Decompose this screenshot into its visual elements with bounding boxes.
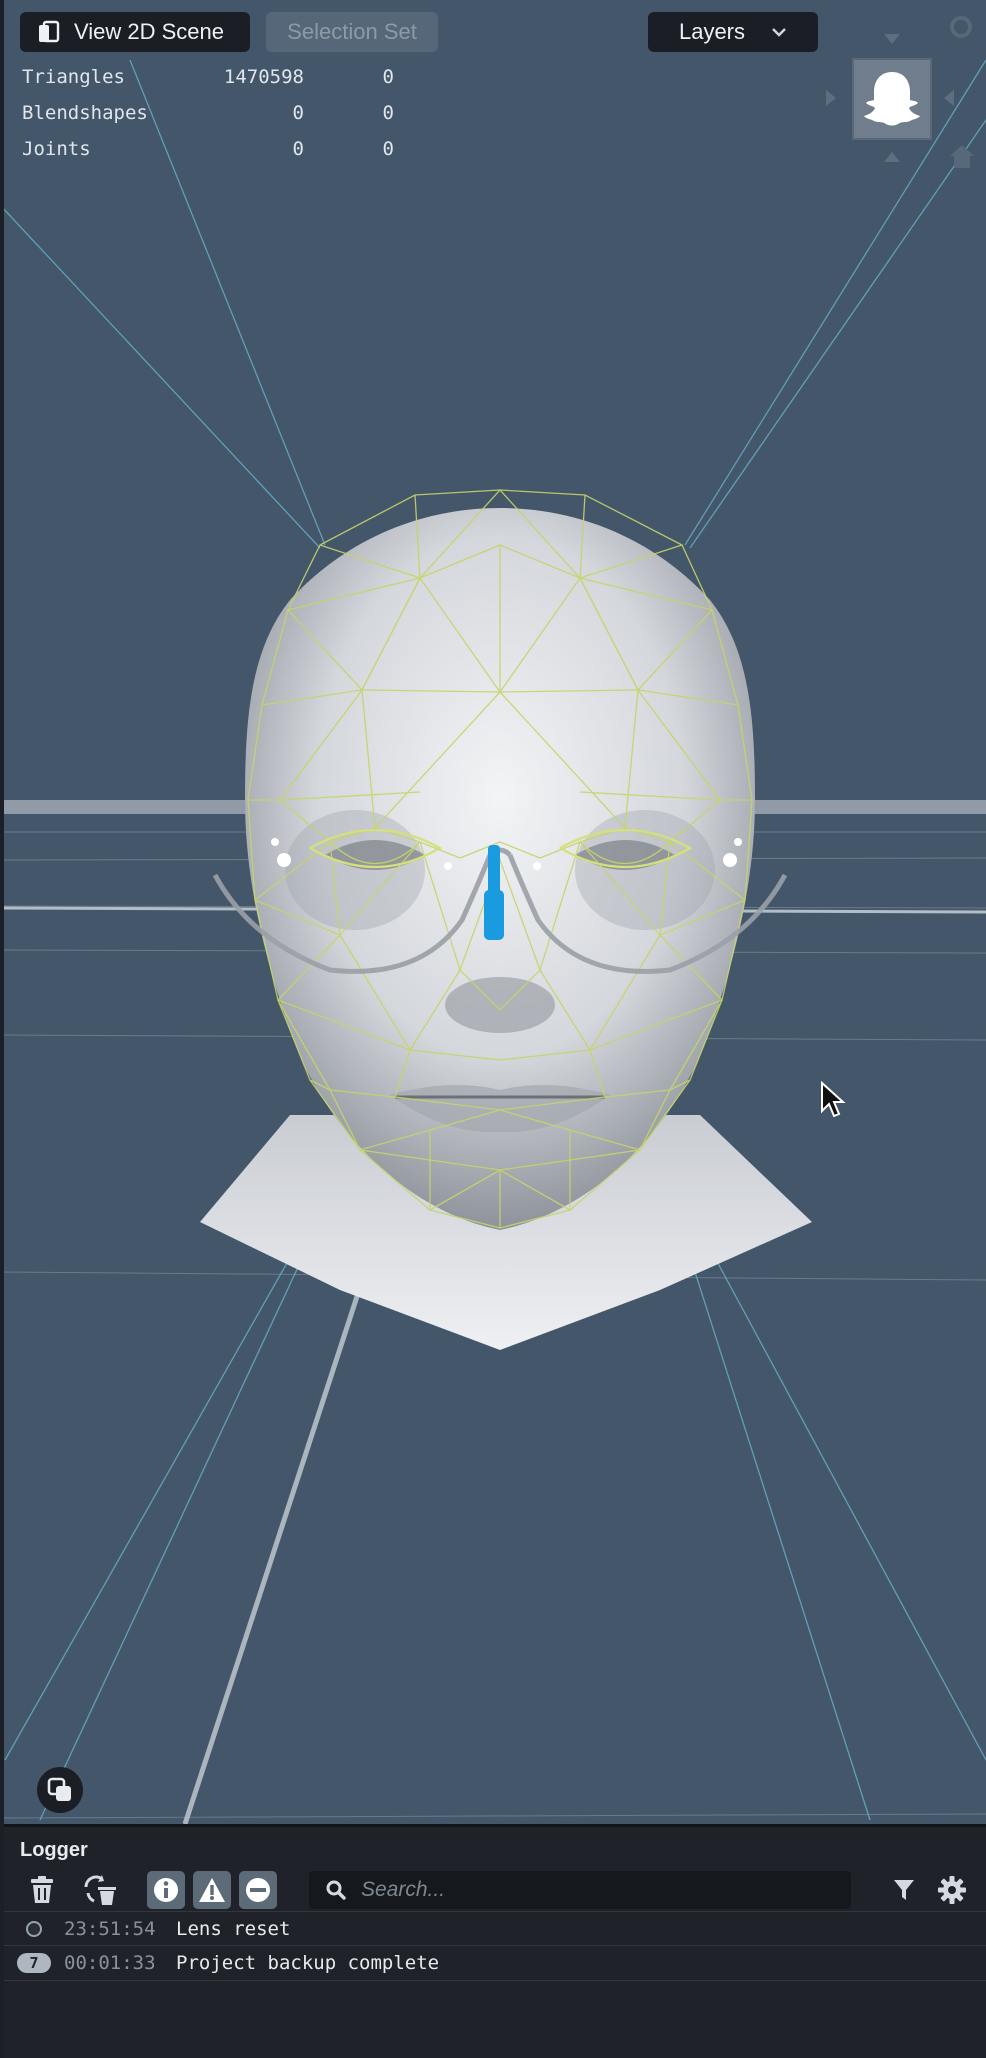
log-dot-icon [26, 1921, 42, 1937]
log-search-field[interactable] [309, 1871, 851, 1909]
camera-gizmo-left-arrow-icon [826, 90, 836, 106]
stat-value: 1470598 [223, 66, 304, 88]
mouse-cursor-icon [821, 1081, 846, 1118]
overlay-toggle-button[interactable] [37, 1767, 83, 1813]
layers-icon [39, 20, 60, 43]
camera-gizmo-up-arrow-icon [884, 152, 900, 162]
home-icon[interactable] [946, 140, 978, 172]
lens-preview-button[interactable] [852, 58, 932, 140]
camera-gizmo-gear-icon[interactable] [946, 12, 976, 42]
log-entry[interactable]: 7 00:01:33 Project backup complete [4, 1945, 986, 1981]
info-icon [154, 1878, 178, 1902]
warning-icon [199, 1878, 225, 1902]
log-time: 00:01:33 [64, 1952, 156, 1974]
log-message: Project backup complete [176, 1952, 440, 1974]
selection-set-label: Selection Set [287, 19, 417, 44]
stat-label: Joints [22, 138, 91, 160]
stat-label: Triangles [22, 66, 125, 88]
error-filter-toggle[interactable] [239, 1871, 277, 1909]
stat-value: 0 [382, 66, 394, 88]
logger-settings-button[interactable] [932, 1871, 972, 1909]
stat-value: 0 [292, 138, 304, 160]
ghost-icon [864, 72, 920, 126]
log-time: 23:51:54 [64, 1918, 156, 1940]
overlay-toggle-icon [47, 1777, 71, 1801]
stat-value: 0 [292, 102, 304, 124]
camera-gizmo-down-arrow-icon [884, 34, 900, 44]
error-icon [246, 1878, 270, 1902]
log-search-input[interactable] [359, 1877, 843, 1903]
layers-dropdown[interactable]: Layers [648, 12, 818, 52]
search-icon [326, 1880, 346, 1900]
left-border [0, 0, 4, 2058]
log-entry[interactable]: 23:51:54 Lens reset [4, 1911, 986, 1946]
layers-label: Layers [678, 19, 746, 44]
selection-set-button[interactable]: Selection Set [266, 12, 438, 52]
warning-filter-toggle[interactable] [193, 1871, 231, 1909]
stat-value: 0 [382, 138, 394, 160]
trash-icon [31, 1876, 53, 1903]
clear-on-reload-button[interactable] [78, 1871, 122, 1909]
stat-value: 0 [382, 102, 394, 124]
log-repeat-count: 7 [17, 1953, 51, 1973]
chevron-down-icon [772, 28, 786, 37]
view-2d-scene-label: View 2D Scene [74, 19, 225, 44]
log-level-indicator: 7 [4, 1953, 64, 1973]
clear-reload-icon [84, 1875, 116, 1905]
logger-panel: Logger Search... 23:51:54 Lens reset 7 0… [4, 1824, 986, 2058]
info-filter-toggle[interactable] [147, 1871, 185, 1909]
log-message: Lens reset [176, 1918, 291, 1940]
view-2d-scene-button[interactable]: View 2D Scene [20, 12, 250, 52]
logger-title: Logger [20, 1839, 88, 1861]
clear-log-button[interactable] [24, 1871, 60, 1909]
log-level-indicator [4, 1921, 64, 1937]
nose-anchor [488, 845, 500, 895]
scene-render [0, 59, 986, 1824]
log-filter-button[interactable] [884, 1871, 924, 1909]
stat-label: Blendshapes [22, 102, 148, 124]
filter-icon [894, 1880, 914, 1900]
camera-gizmo-right-arrow-icon [944, 90, 954, 106]
scene-viewport[interactable]: View 2D Scene Selection Set Layers Trian… [0, 0, 986, 1824]
gear-icon [938, 1876, 966, 1904]
